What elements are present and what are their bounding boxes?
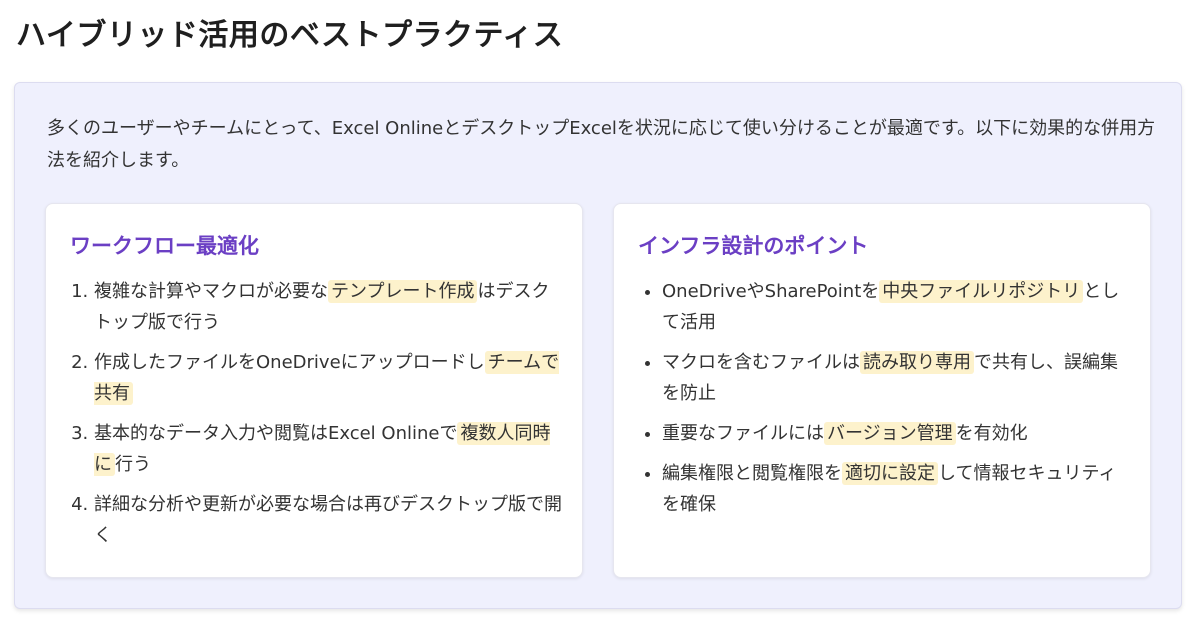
list-item: 詳細な分析や更新が必要な場合は再びデスクトップ版で開く [94,489,562,551]
item-text: 複雑な計算やマクロが必要な [94,281,328,302]
workflow-list: 複雑な計算やマクロが必要なテンプレート作成はデスクトップ版で行う 作成したファイ… [70,276,562,560]
best-practices-panel: 多くのユーザーやチームにとって、Excel OnlineとデスクトップExcel… [14,82,1182,609]
workflow-card: ワークフロー最適化 複雑な計算やマクロが必要なテンプレート作成はデスクトップ版で… [45,203,583,578]
item-text: 編集権限と閲覧権限を [662,463,842,484]
list-item: マクロを含むファイルは読み取り専用で共有し、誤編集を防止 [662,347,1130,409]
highlight-mark: テンプレート作成 [328,280,478,303]
item-text: 重要なファイルには [662,423,824,444]
highlight-mark: バージョン管理 [824,422,956,445]
list-item: 作成したファイルをOneDriveにアップロードしチームで共有 [94,347,562,409]
list-item: 基本的なデータ入力や閲覧はExcel Onlineで複数人同時に行う [94,418,562,480]
list-item: 複雑な計算やマクロが必要なテンプレート作成はデスクトップ版で行う [94,276,562,338]
item-text: マクロを含むファイルは [662,352,860,373]
highlight-mark: 中央ファイルリポジトリ [879,280,1084,303]
list-item: 重要なファイルにはバージョン管理を有効化 [662,418,1130,449]
workflow-card-title: ワークフロー最適化 [70,234,259,258]
item-text: 作成したファイルをOneDriveにアップロードし [94,352,485,373]
page-title: ハイブリッド活用のベストプラクティス [16,18,564,53]
highlight-mark: 適切に設定 [842,462,938,485]
item-text: OneDriveやSharePointを [662,281,880,302]
item-text: 詳細な分析や更新が必要な場合は再びデスクトップ版で開く [94,494,562,546]
item-text: 基本的なデータ入力や閲覧はExcel Onlineで [94,423,458,444]
item-text: を有効化 [955,423,1028,444]
intro-paragraph: 多くのユーザーやチームにとって、Excel OnlineとデスクトップExcel… [47,118,1156,171]
infra-list: OneDriveやSharePointを中央ファイルリポジトリとして活用 マクロ… [638,276,1130,529]
page: ハイブリッド活用のベストプラクティス 多くのユーザーやチームにとって、Excel… [0,0,1200,619]
item-text: 行う [115,454,151,475]
list-item: 編集権限と閲覧権限を適切に設定して情報セキュリティを確保 [662,458,1130,520]
list-item: OneDriveやSharePointを中央ファイルリポジトリとして活用 [662,276,1130,338]
infra-card-title: インフラ設計のポイント [638,234,869,258]
highlight-mark: 読み取り専用 [860,351,974,374]
infra-card: インフラ設計のポイント OneDriveやSharePointを中央ファイルリポ… [613,203,1151,578]
